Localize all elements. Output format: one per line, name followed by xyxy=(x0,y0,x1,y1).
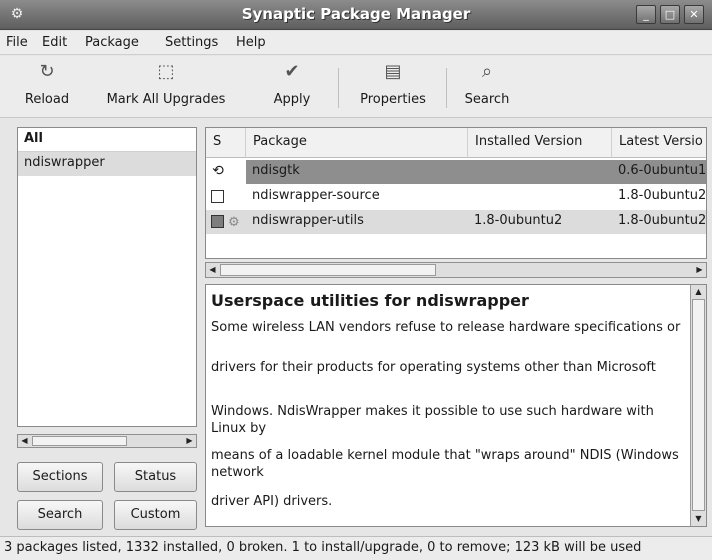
description-vscrollbar[interactable]: ▲ ▼ xyxy=(690,285,706,526)
scroll-thumb[interactable] xyxy=(220,264,436,276)
scroll-right-arrow-icon[interactable]: ▶ xyxy=(183,435,196,447)
menu-file[interactable]: File xyxy=(6,35,28,50)
menu-settings[interactable]: Settings xyxy=(165,35,218,50)
scroll-right-arrow-icon[interactable]: ▶ xyxy=(693,264,706,276)
menu-package[interactable]: Package xyxy=(85,35,139,50)
description-paragraph: Some wireless LAN vendors refuse to rele… xyxy=(211,320,681,335)
apply-button[interactable]: ✔ Apply xyxy=(262,60,322,114)
latest-version-cell: 0.6-0ubuntu1 xyxy=(612,160,706,184)
status-cell: ⚙ xyxy=(206,210,246,234)
table-row[interactable]: ndiswrapper-source 1.8-0ubuntu2 xyxy=(206,185,707,209)
status-cell xyxy=(206,185,246,209)
scroll-up-arrow-icon[interactable]: ▲ xyxy=(692,286,705,298)
column-header-status[interactable]: S xyxy=(206,128,246,158)
description-paragraph: means of a loadable kernel module that "… xyxy=(211,448,679,480)
package-name-cell: ndisgtk xyxy=(246,160,468,184)
supported-gear-icon: ⚙ xyxy=(228,215,240,230)
scroll-left-arrow-icon[interactable]: ◀ xyxy=(18,435,31,447)
latest-version-cell: 1.8-0ubuntu2 xyxy=(618,188,707,203)
custom-button[interactable]: Custom xyxy=(114,500,197,530)
not-installed-checkbox[interactable] xyxy=(211,190,224,203)
apply-checkmark-icon: ✔ xyxy=(284,61,300,82)
upgrade-status-icon[interactable]: ⟲ xyxy=(209,162,227,180)
installed-checkbox[interactable] xyxy=(211,215,224,228)
description-paragraph: Windows. NdisWrapper makes it possible t… xyxy=(211,404,654,436)
menu-help[interactable]: Help xyxy=(236,35,266,50)
scroll-left-arrow-icon[interactable]: ◀ xyxy=(206,264,219,276)
toolbar-separator xyxy=(338,68,339,108)
properties-button[interactable]: ▤ Properties xyxy=(350,60,436,114)
scroll-thumb[interactable] xyxy=(32,436,127,446)
status-button[interactable]: Status xyxy=(114,462,197,492)
description-paragraph: driver API) drivers. xyxy=(211,494,333,509)
window-titlebar: ⚙ Synaptic Package Manager _ □ ✕ xyxy=(0,0,712,30)
column-header-installed-version[interactable]: Installed Version xyxy=(468,128,612,158)
mark-upgrades-icon: ⬚ xyxy=(157,61,175,82)
sections-button[interactable]: Sections xyxy=(17,462,103,492)
package-name-cell: ndiswrapper-utils xyxy=(252,213,364,228)
apply-label: Apply xyxy=(273,92,311,107)
column-header-latest-version[interactable]: Latest Versio xyxy=(612,128,706,158)
filter-item-ndiswrapper[interactable]: ndiswrapper xyxy=(18,152,196,176)
properties-icon: ▤ xyxy=(384,61,402,82)
toolbar-separator xyxy=(446,68,447,108)
installed-version-cell xyxy=(468,185,612,209)
description-title: Userspace utilities for ndiswrapper xyxy=(211,291,529,310)
search-toolbar-label: Search xyxy=(464,92,510,107)
latest-version-cell: 1.8-0ubuntu2 xyxy=(618,213,707,228)
status-bar: 3 packages listed, 1332 installed, 0 bro… xyxy=(0,536,712,560)
minimize-icon[interactable]: _ xyxy=(636,5,656,24)
reload-label: Reload xyxy=(24,92,70,107)
properties-label: Properties xyxy=(360,92,426,107)
installed-version-cell xyxy=(468,160,612,184)
description-pane: Userspace utilities for ndiswrapper Some… xyxy=(205,284,707,527)
filter-list-header[interactable]: All xyxy=(18,128,196,152)
status-cell: ⟲ xyxy=(206,160,246,184)
table-row[interactable]: ⟲ ndisgtk 0.6-0ubuntu1 xyxy=(206,160,706,184)
maximize-icon[interactable]: □ xyxy=(660,5,680,24)
search-toolbar-button[interactable]: ⌕ Search xyxy=(456,60,518,114)
toolbar: ↻ Reload ⬚ Mark All Upgrades ✔ Apply ▤ P… xyxy=(0,56,712,118)
mark-all-upgrades-button[interactable]: ⬚ Mark All Upgrades xyxy=(86,60,246,114)
reload-icon: ↻ xyxy=(39,61,55,82)
package-table: S Package Installed Version Latest Versi… xyxy=(205,127,707,259)
menubar: File Edit Package Settings Help xyxy=(0,31,712,55)
menu-edit[interactable]: Edit xyxy=(42,35,67,50)
search-filter-button[interactable]: Search xyxy=(17,500,103,530)
search-icon: ⌕ xyxy=(481,61,493,82)
reload-button[interactable]: ↻ Reload xyxy=(12,60,82,114)
scroll-down-arrow-icon[interactable]: ▼ xyxy=(692,513,705,525)
close-icon[interactable]: ✕ xyxy=(684,5,704,24)
filter-list: All ndiswrapper xyxy=(17,127,197,427)
description-paragraph: drivers for their products for operating… xyxy=(211,360,656,375)
scroll-thumb[interactable] xyxy=(692,299,705,511)
window-title: Synaptic Package Manager xyxy=(241,5,471,23)
package-name-cell: ndiswrapper-source xyxy=(252,188,380,203)
filter-list-hscrollbar[interactable]: ◀ ▶ xyxy=(17,434,197,448)
column-header-package[interactable]: Package xyxy=(246,128,468,158)
mark-all-upgrades-label: Mark All Upgrades xyxy=(106,92,226,107)
package-table-hscrollbar[interactable]: ◀ ▶ xyxy=(205,262,707,278)
installed-version-cell: 1.8-0ubuntu2 xyxy=(474,213,563,228)
table-row[interactable]: ⚙ ndiswrapper-utils 1.8-0ubuntu2 1.8-0ub… xyxy=(206,210,707,234)
